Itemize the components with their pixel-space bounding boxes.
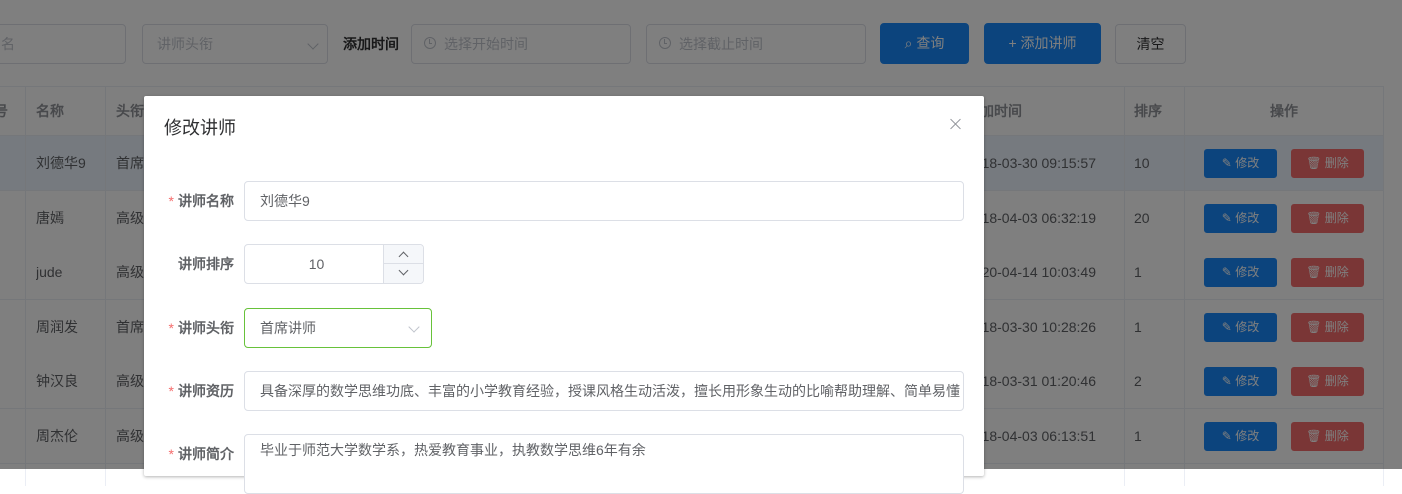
career-label-text: 讲师资历 — [178, 383, 234, 399]
name-label-text: 讲师名称 — [178, 193, 234, 209]
sort-field-label: 讲师排序 — [144, 244, 234, 284]
teacher-title-value: 首席讲师 — [260, 320, 316, 336]
increase-button[interactable] — [383, 245, 423, 264]
chevron-down-icon — [398, 265, 409, 276]
sort-stepper[interactable]: 10 — [244, 244, 424, 284]
dialog-title: 修改讲师 — [164, 118, 236, 138]
teacher-title-select-field[interactable]: 首席讲师 — [244, 308, 432, 348]
close-icon[interactable] — [948, 116, 964, 132]
teacher-intro-value: 毕业于师范大学数学系，热爱教育事业，执教数学思维6年有余 — [260, 442, 646, 458]
chevron-up-icon — [398, 251, 409, 262]
intro-field-label: * 讲师简介 — [144, 434, 234, 474]
teacher-name-field[interactable]: 刘德华9 — [244, 181, 964, 221]
teacher-career-value: 具备深厚的数学思维功底、丰富的小学教育经验，授课风格生动活泼，擅长用形象生动的比… — [260, 383, 960, 399]
name-field-label: * 讲师名称 — [144, 181, 234, 221]
teacher-career-field[interactable]: 具备深厚的数学思维功底、丰富的小学教育经验，授课风格生动活泼，擅长用形象生动的比… — [244, 371, 964, 411]
decrease-button[interactable] — [383, 264, 423, 283]
title-label-text: 讲师头衔 — [178, 320, 234, 336]
intro-label-text: 讲师简介 — [178, 446, 234, 462]
required-mark: * — [168, 320, 174, 336]
chevron-down-icon — [408, 321, 420, 333]
teacher-name-value: 刘德华9 — [260, 193, 310, 209]
career-field-label: * 讲师资历 — [144, 371, 234, 411]
title-field-label: * 讲师头衔 — [144, 308, 234, 348]
sort-value: 10 — [308, 256, 325, 272]
required-mark: * — [168, 446, 174, 462]
teacher-intro-textarea[interactable]: 毕业于师范大学数学系，热爱教育事业，执教数学思维6年有余 — [244, 434, 964, 494]
required-mark: * — [168, 383, 174, 399]
sort-label-text: 讲师排序 — [178, 256, 234, 272]
required-mark: * — [168, 193, 174, 209]
edit-teacher-dialog: 修改讲师 * 讲师名称 刘德华9 讲师排序 10 * 讲师头衔 首席讲师 * 讲师资历… — [144, 96, 984, 494]
